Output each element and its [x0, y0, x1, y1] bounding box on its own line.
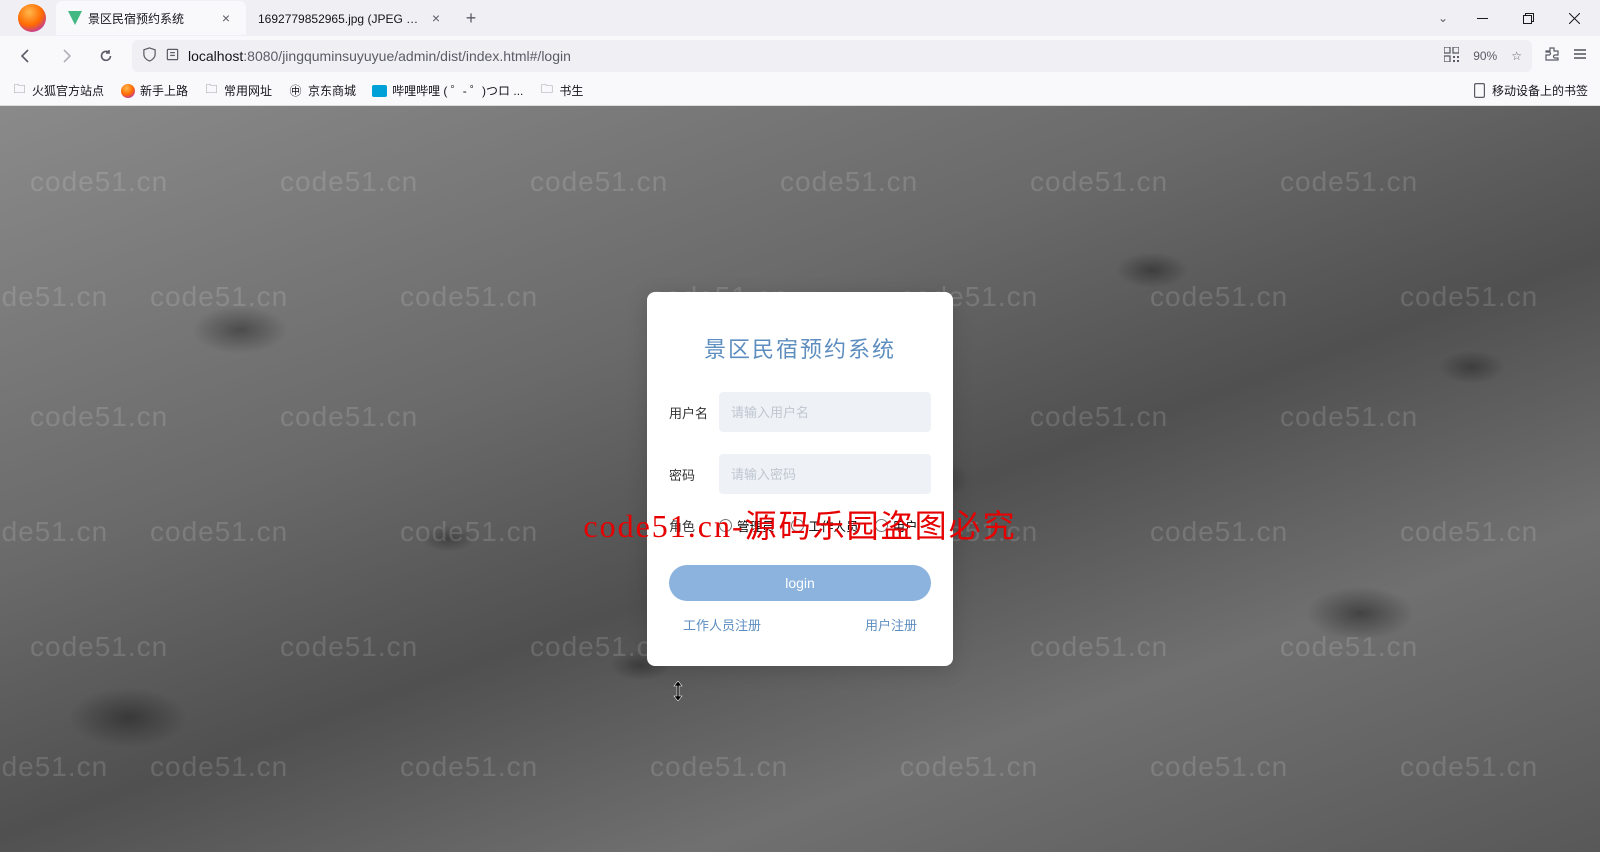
role-radio-staff[interactable]	[791, 519, 804, 532]
back-button[interactable]	[12, 42, 40, 70]
role-option-user[interactable]: 用户	[875, 516, 918, 535]
tab-title: 1692779852965.jpg (JPEG 图像	[258, 10, 422, 27]
bookmark-star-icon[interactable]: ☆	[1511, 49, 1522, 63]
login-card: 景区民宿预约系统 用户名 密码 角色 管理员 工作人员 用户 login 工作人…	[647, 292, 953, 666]
bookmarks-bar: 🗀火狐官方站点 新手上路 🗀常用网址 ㊥京东商城 哔哩哔哩 ( ゜- ゜)つロ …	[0, 76, 1600, 106]
role-radio-group: 管理员 工作人员 用户	[719, 516, 931, 535]
username-row: 用户名	[669, 392, 931, 432]
firefox-icon	[120, 83, 135, 98]
maximize-button[interactable]	[1506, 3, 1550, 33]
role-label: 角色	[669, 516, 719, 535]
resize-cursor-icon	[670, 681, 686, 706]
folder-icon: 🗀	[204, 83, 219, 98]
new-tab-button[interactable]: +	[456, 3, 486, 33]
close-window-button[interactable]	[1552, 3, 1596, 33]
firefox-logo-icon	[18, 4, 46, 32]
url-bar[interactable]: localhost:8080/jingquminsuyuyue/admin/di…	[132, 40, 1532, 72]
vue-favicon-icon	[68, 11, 82, 25]
shield-icon	[142, 47, 157, 65]
zoom-level[interactable]: 90%	[1473, 49, 1497, 63]
role-radio-user[interactable]	[875, 519, 888, 532]
role-option-staff[interactable]: 工作人员	[791, 516, 859, 535]
url-text: localhost:8080/jingquminsuyuyue/admin/di…	[188, 48, 1436, 64]
address-bar: localhost:8080/jingquminsuyuyue/admin/di…	[0, 36, 1600, 76]
password-row: 密码	[669, 454, 931, 494]
mobile-bookmarks[interactable]: 移动设备上的书签	[1472, 82, 1588, 99]
forward-button[interactable]	[52, 42, 80, 70]
tab-close-icon[interactable]: ×	[428, 10, 444, 26]
tab-title: 景区民宿预约系统	[88, 10, 212, 27]
role-row: 角色 管理员 工作人员 用户	[669, 516, 931, 535]
register-links: 工作人员注册 用户注册	[669, 615, 931, 634]
username-input[interactable]	[719, 392, 931, 432]
qr-icon[interactable]	[1444, 47, 1459, 65]
role-option-admin[interactable]: 管理员	[719, 516, 775, 535]
folder-icon: 🗀	[12, 83, 27, 98]
folder-icon: 🗀	[539, 83, 554, 98]
password-input[interactable]	[719, 454, 931, 494]
tabs-dropdown-icon[interactable]: ⌄	[1428, 11, 1458, 25]
page-info-icon	[165, 47, 180, 65]
bookmark-item[interactable]: 哔哩哔哩 ( ゜- ゜)つロ ...	[372, 82, 523, 99]
register-user-link[interactable]: 用户注册	[865, 615, 917, 634]
login-button[interactable]: login	[669, 565, 931, 601]
bookmark-item[interactable]: ㊥京东商城	[288, 82, 356, 99]
window-controls: ⌄	[1428, 3, 1600, 33]
hamburger-menu-icon[interactable]	[1572, 46, 1588, 67]
toolbar-right	[1544, 46, 1588, 67]
register-staff-link[interactable]: 工作人员注册	[683, 615, 761, 634]
browser-chrome: 景区民宿预约系统 × 1692779852965.jpg (JPEG 图像 × …	[0, 0, 1600, 106]
url-right-controls: 90% ☆	[1444, 47, 1522, 65]
login-title: 景区民宿预约系统	[669, 332, 931, 364]
tab-close-icon[interactable]: ×	[218, 10, 234, 26]
bookmark-item[interactable]: 🗀常用网址	[204, 82, 272, 99]
minimize-button[interactable]	[1460, 3, 1504, 33]
tab-strip: 景区民宿预约系统 × 1692779852965.jpg (JPEG 图像 × …	[0, 0, 1600, 36]
password-label: 密码	[669, 465, 719, 484]
bookmark-item[interactable]: 🗀火狐官方站点	[12, 82, 104, 99]
bilibili-icon	[372, 83, 387, 98]
bookmark-item[interactable]: 🗀书生	[539, 82, 583, 99]
extension-icon[interactable]	[1544, 46, 1560, 67]
bookmark-item[interactable]: 新手上路	[120, 82, 188, 99]
tab-inactive[interactable]: 1692779852965.jpg (JPEG 图像 ×	[246, 1, 456, 35]
username-label: 用户名	[669, 403, 719, 422]
mobile-icon	[1472, 83, 1487, 98]
tab-active[interactable]: 景区民宿预约系统 ×	[56, 1, 246, 35]
jd-icon: ㊥	[288, 83, 303, 98]
role-radio-admin[interactable]	[719, 519, 732, 532]
page-content: code51.cn code51.cn code51.cn code51.cn …	[0, 106, 1600, 852]
reload-button[interactable]	[92, 42, 120, 70]
